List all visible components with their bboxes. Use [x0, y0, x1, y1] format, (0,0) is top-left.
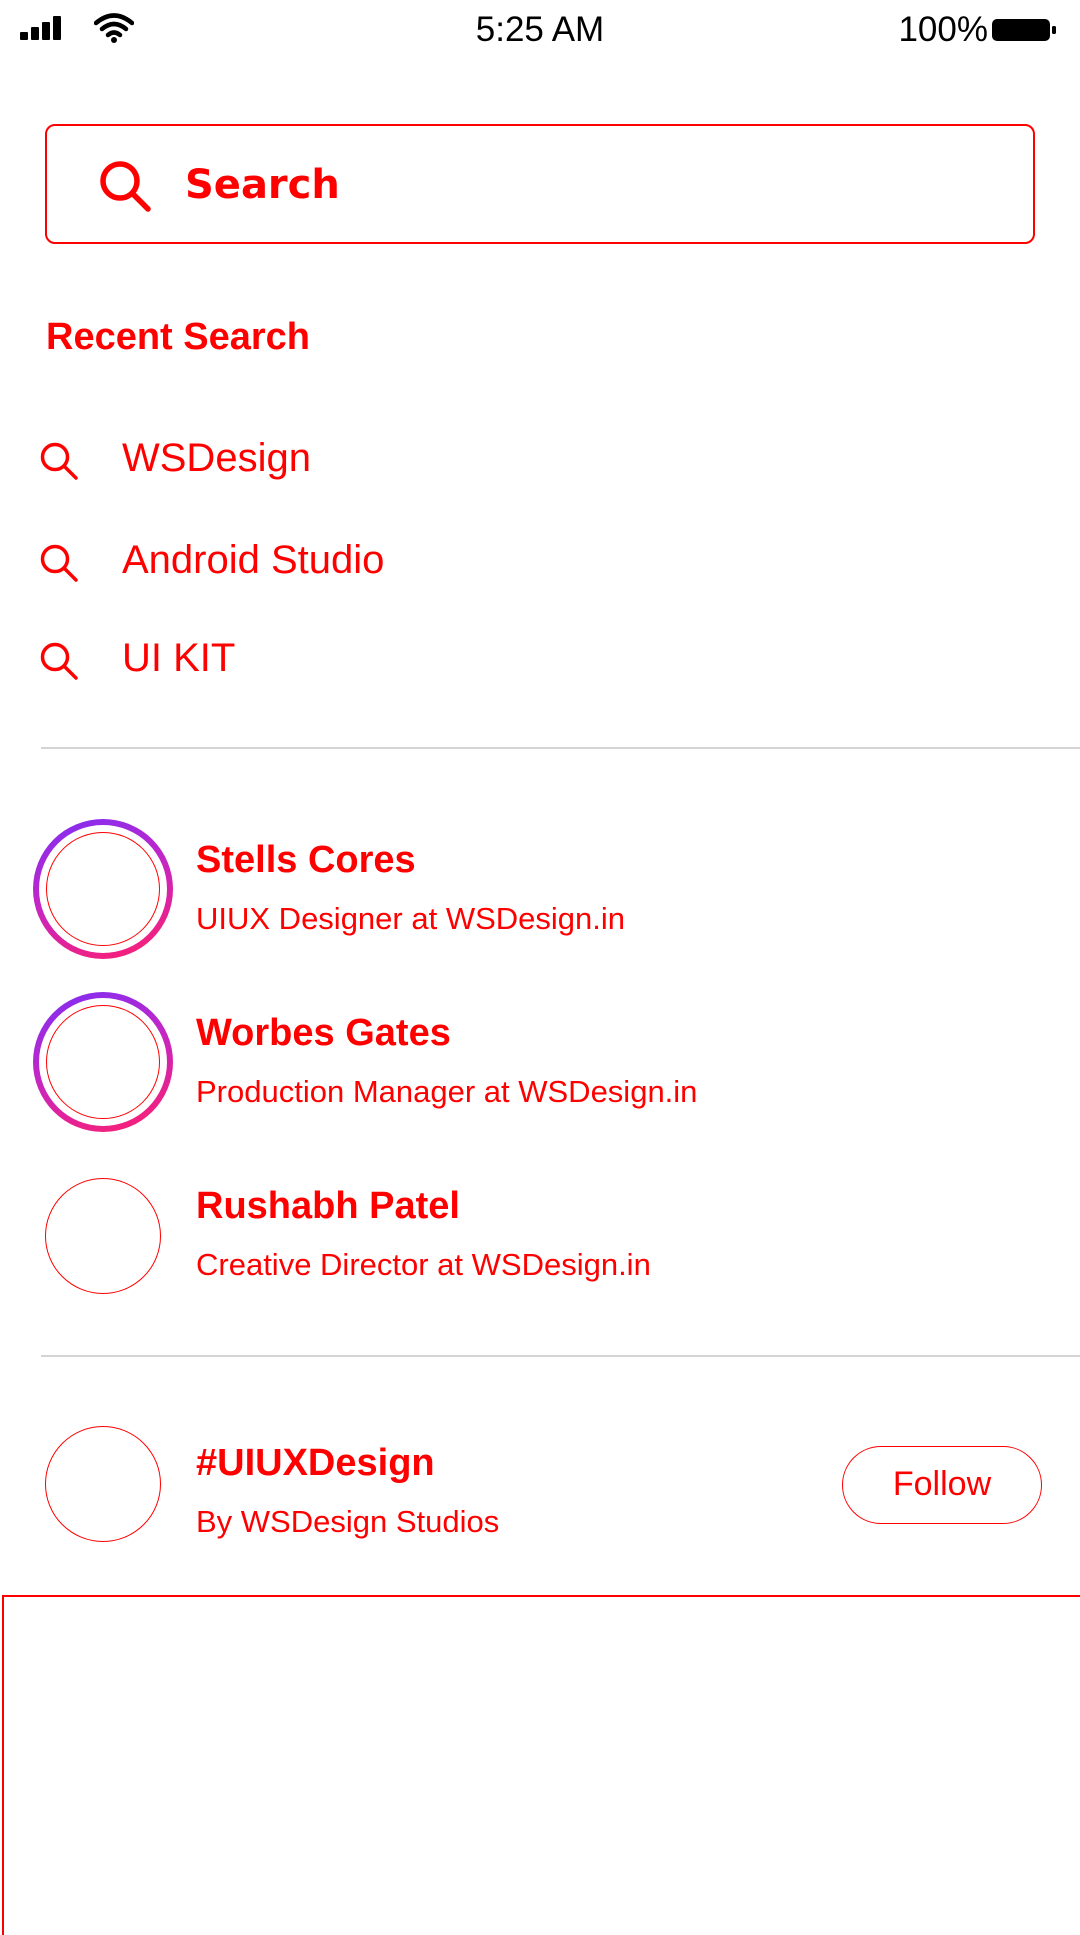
divider: [41, 1355, 1080, 1357]
person-role: Production Manager at WSDesign.in: [196, 1074, 698, 1109]
search-icon: [40, 642, 78, 680]
recent-search-item[interactable]: WSDesign: [0, 420, 1080, 500]
search-icon: [100, 161, 151, 212]
hashtag-name: #UIUXDesign: [196, 1442, 435, 1484]
avatar-image: [46, 832, 160, 946]
person-role: Creative Director at WSDesign.in: [196, 1247, 651, 1282]
status-bar: 5:25 AM 100%: [0, 0, 1080, 60]
battery-percent: 100%: [898, 10, 988, 49]
search-input[interactable]: [177, 152, 993, 218]
divider: [41, 747, 1080, 749]
person-name: Rushabh Patel: [196, 1185, 460, 1227]
person-row[interactable]: Stells Cores UIUX Designer at WSDesign.i…: [0, 819, 1080, 965]
follow-button[interactable]: Follow: [842, 1446, 1042, 1524]
hashtag-avatar[interactable]: [45, 1426, 161, 1542]
person-name: Worbes Gates: [196, 1012, 451, 1054]
avatar-image: [46, 1005, 160, 1119]
recent-search-label: WSDesign: [122, 436, 311, 480]
avatar[interactable]: [33, 992, 173, 1132]
recent-search-item[interactable]: UI KIT: [0, 620, 1080, 700]
recent-search-item[interactable]: Android Studio: [0, 522, 1080, 602]
recent-search-label: Android Studio: [122, 538, 385, 582]
avatar[interactable]: [33, 819, 173, 959]
content-panel: [2, 1595, 1080, 1935]
search-bar[interactable]: [45, 124, 1035, 244]
person-name: Stells Cores: [196, 839, 416, 881]
search-icon: [40, 544, 78, 582]
hashtag-subtitle: By WSDesign Studios: [196, 1504, 500, 1539]
person-role: UIUX Designer at WSDesign.in: [196, 901, 625, 936]
recent-search-title: Recent Search: [46, 316, 311, 358]
person-row[interactable]: Rushabh Patel Creative Director at WSDes…: [0, 1165, 1080, 1311]
avatar[interactable]: [45, 1178, 161, 1294]
battery-icon: [992, 19, 1056, 41]
search-icon: [40, 442, 78, 480]
person-row[interactable]: Worbes Gates Production Manager at WSDes…: [0, 992, 1080, 1138]
recent-search-label: UI KIT: [122, 636, 236, 680]
